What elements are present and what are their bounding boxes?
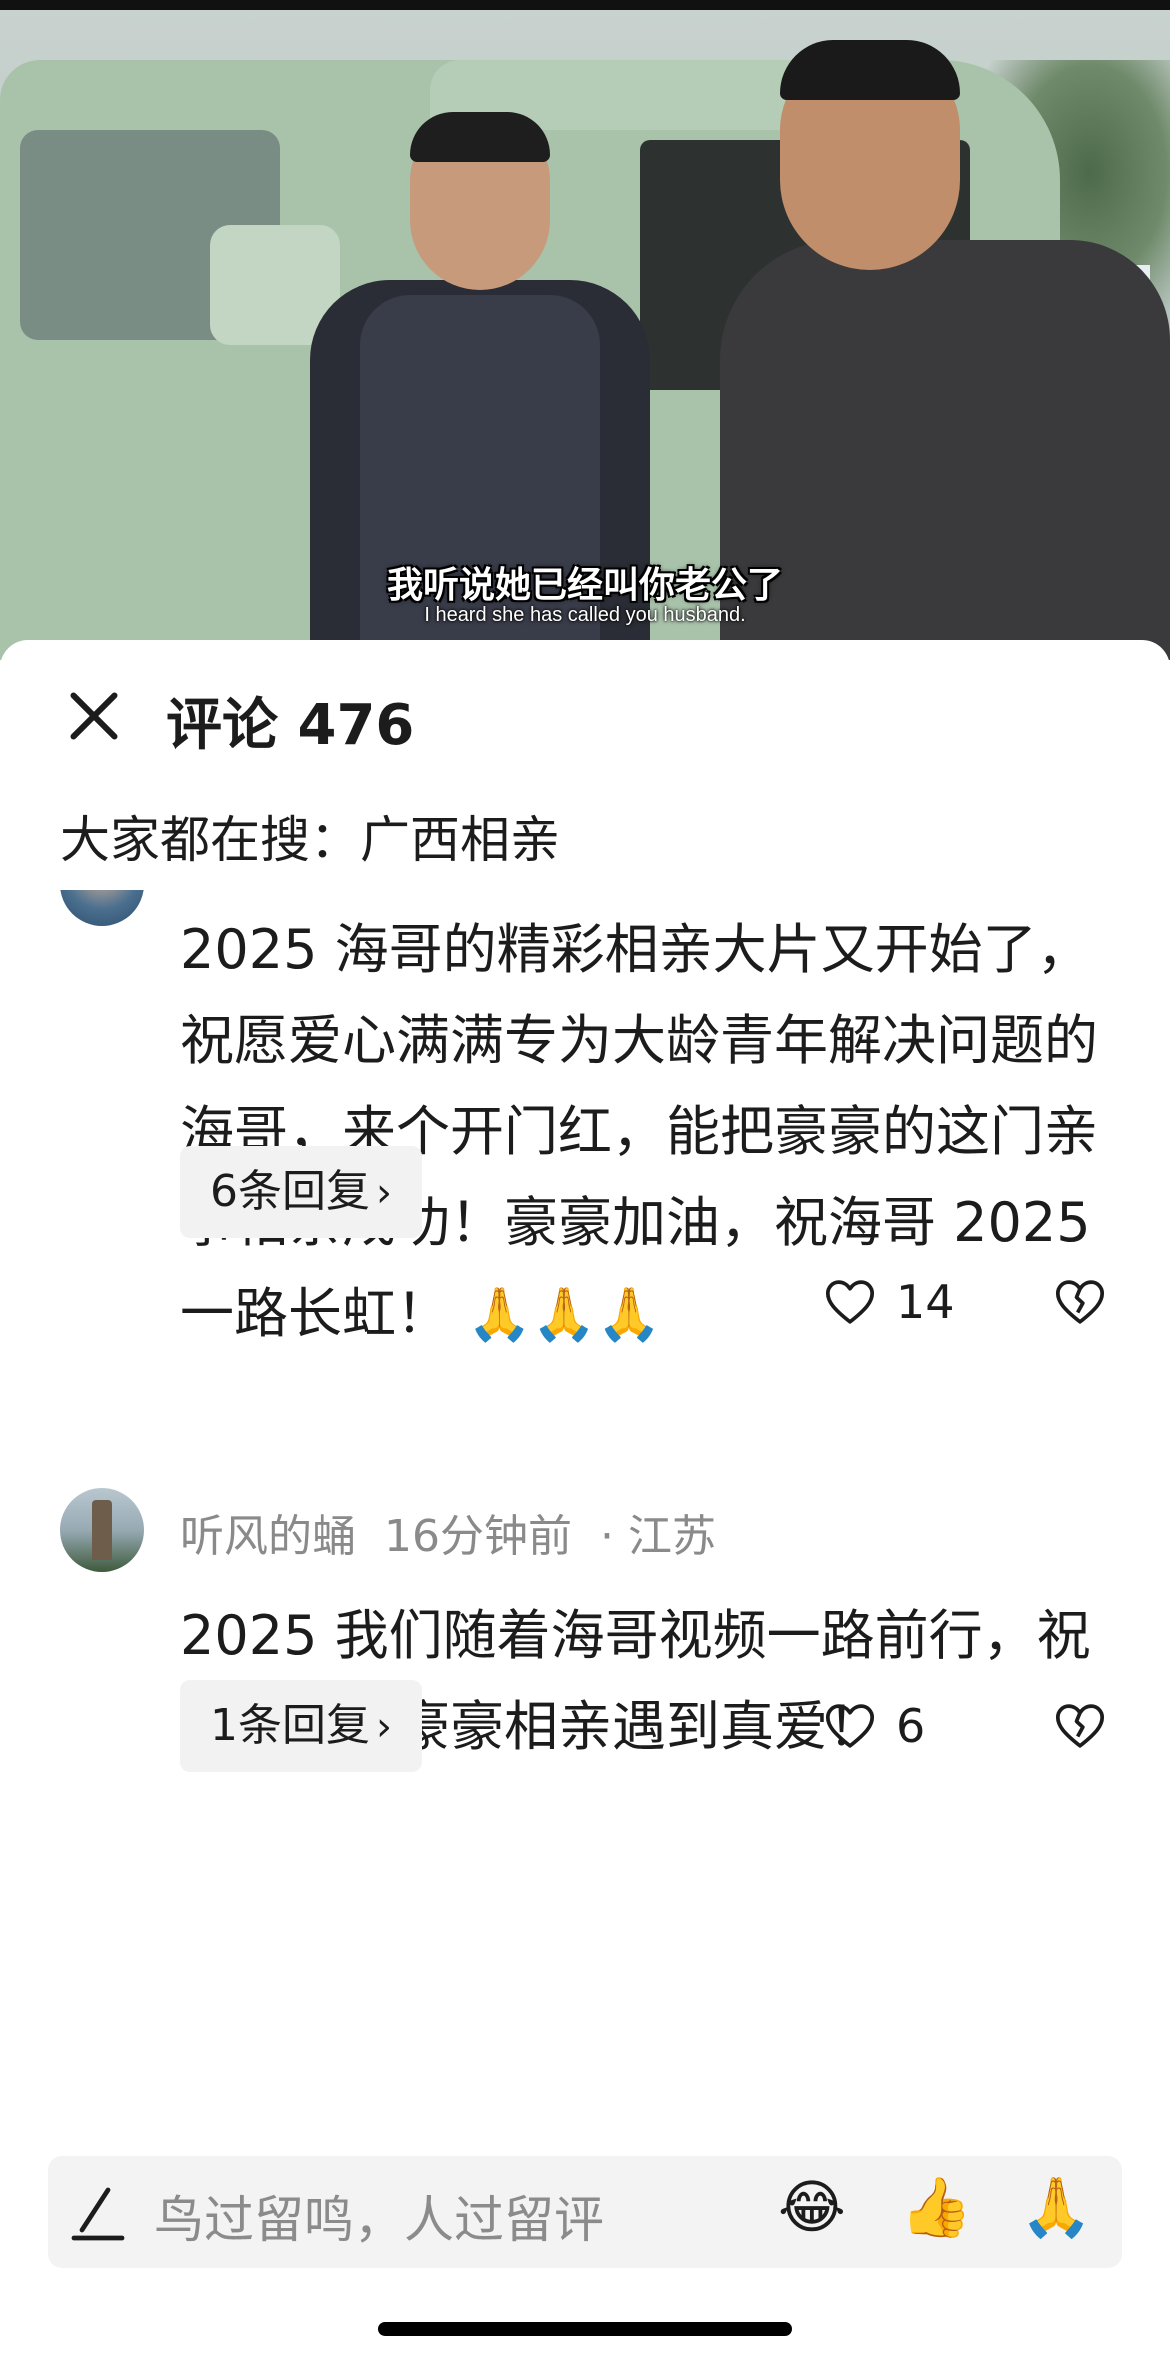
heart-icon xyxy=(825,1280,875,1324)
man-in-denim-hair xyxy=(780,40,960,100)
like-button[interactable]: 14 xyxy=(822,1256,955,1348)
like-count: 14 xyxy=(896,1275,955,1329)
like-button[interactable]: 6 xyxy=(822,1680,925,1772)
comment-meta: 听风的蛹 16分钟前 · 江苏 xyxy=(180,1500,744,1564)
view-replies-button[interactable]: 6条回复 › xyxy=(180,1146,422,1238)
comment-count-title: 评论 476 xyxy=(166,693,415,758)
comment-location: · 江苏 xyxy=(600,1511,716,1562)
heart-icon xyxy=(825,1704,875,1748)
thumbs-up-emoji-button[interactable]: 👍 xyxy=(900,2178,972,2236)
chevron-right-icon: › xyxy=(376,1704,392,1750)
replies-label: 6条回复 xyxy=(210,1166,370,1217)
subtitle-chinese: 我听说她已经叫你老公了 xyxy=(386,565,783,606)
home-indicator[interactable] xyxy=(378,2322,792,2336)
comment-body: 2025 海哥的精彩相亲大片又开始了，祝愿爱心满满专为大龄青年解决问题的海哥，来… xyxy=(180,904,1110,1359)
author-name[interactable]: 听风的蛹 xyxy=(180,1511,356,1562)
comment-text: 2025 海哥的精彩相亲大片又开始了，祝愿爱心满满专为大龄青年解决问题的海哥，来… xyxy=(180,918,1098,1345)
broken-heart-icon[interactable] xyxy=(1052,1698,1108,1754)
comment-input-placeholder[interactable]: 鸟过留鸣，人过留评 xyxy=(154,2180,604,2252)
comment-sheet: 评论 476 大家都在搜：广西相亲 2025 海哥的精彩相亲大片又开始了，祝愿爱… xyxy=(0,640,1170,2370)
comment-input-bar[interactable]: 鸟过留鸣，人过留评 😂 👍 🙏 xyxy=(48,2156,1122,2268)
broken-heart-icon[interactable] xyxy=(1052,1274,1108,1330)
man-in-vest-hair xyxy=(410,112,550,162)
chevron-right-icon: › xyxy=(376,1170,392,1216)
avatar[interactable] xyxy=(60,890,144,926)
video-player[interactable]: 我听说她已经叫你老公了 I heard she has called you h… xyxy=(0,0,1170,660)
comment-header: 评论 476 xyxy=(0,640,1170,790)
comment-list[interactable]: 2025 海哥的精彩相亲大片又开始了，祝愿爱心满满专为大龄青年解决问题的海哥，来… xyxy=(0,890,1170,2150)
avatar[interactable] xyxy=(60,1488,144,1572)
view-replies-button[interactable]: 1条回复 › xyxy=(180,1680,422,1772)
status-strip xyxy=(0,0,1170,10)
comment-time: 16分钟前 xyxy=(384,1511,572,1562)
like-count: 6 xyxy=(896,1699,926,1753)
close-icon[interactable] xyxy=(62,684,126,748)
replies-label: 1条回复 xyxy=(210,1700,370,1751)
search-suggestion[interactable]: 大家都在搜：广西相亲 xyxy=(60,800,560,872)
subtitle-english: I heard she has called you husband. xyxy=(424,604,746,626)
pray-emoji: 🙏🙏🙏 xyxy=(467,1285,662,1345)
laughing-emoji-button[interactable]: 😂 xyxy=(778,2178,846,2236)
pen-icon xyxy=(71,2187,125,2241)
pray-emoji-button[interactable]: 🙏 xyxy=(1020,2178,1092,2236)
